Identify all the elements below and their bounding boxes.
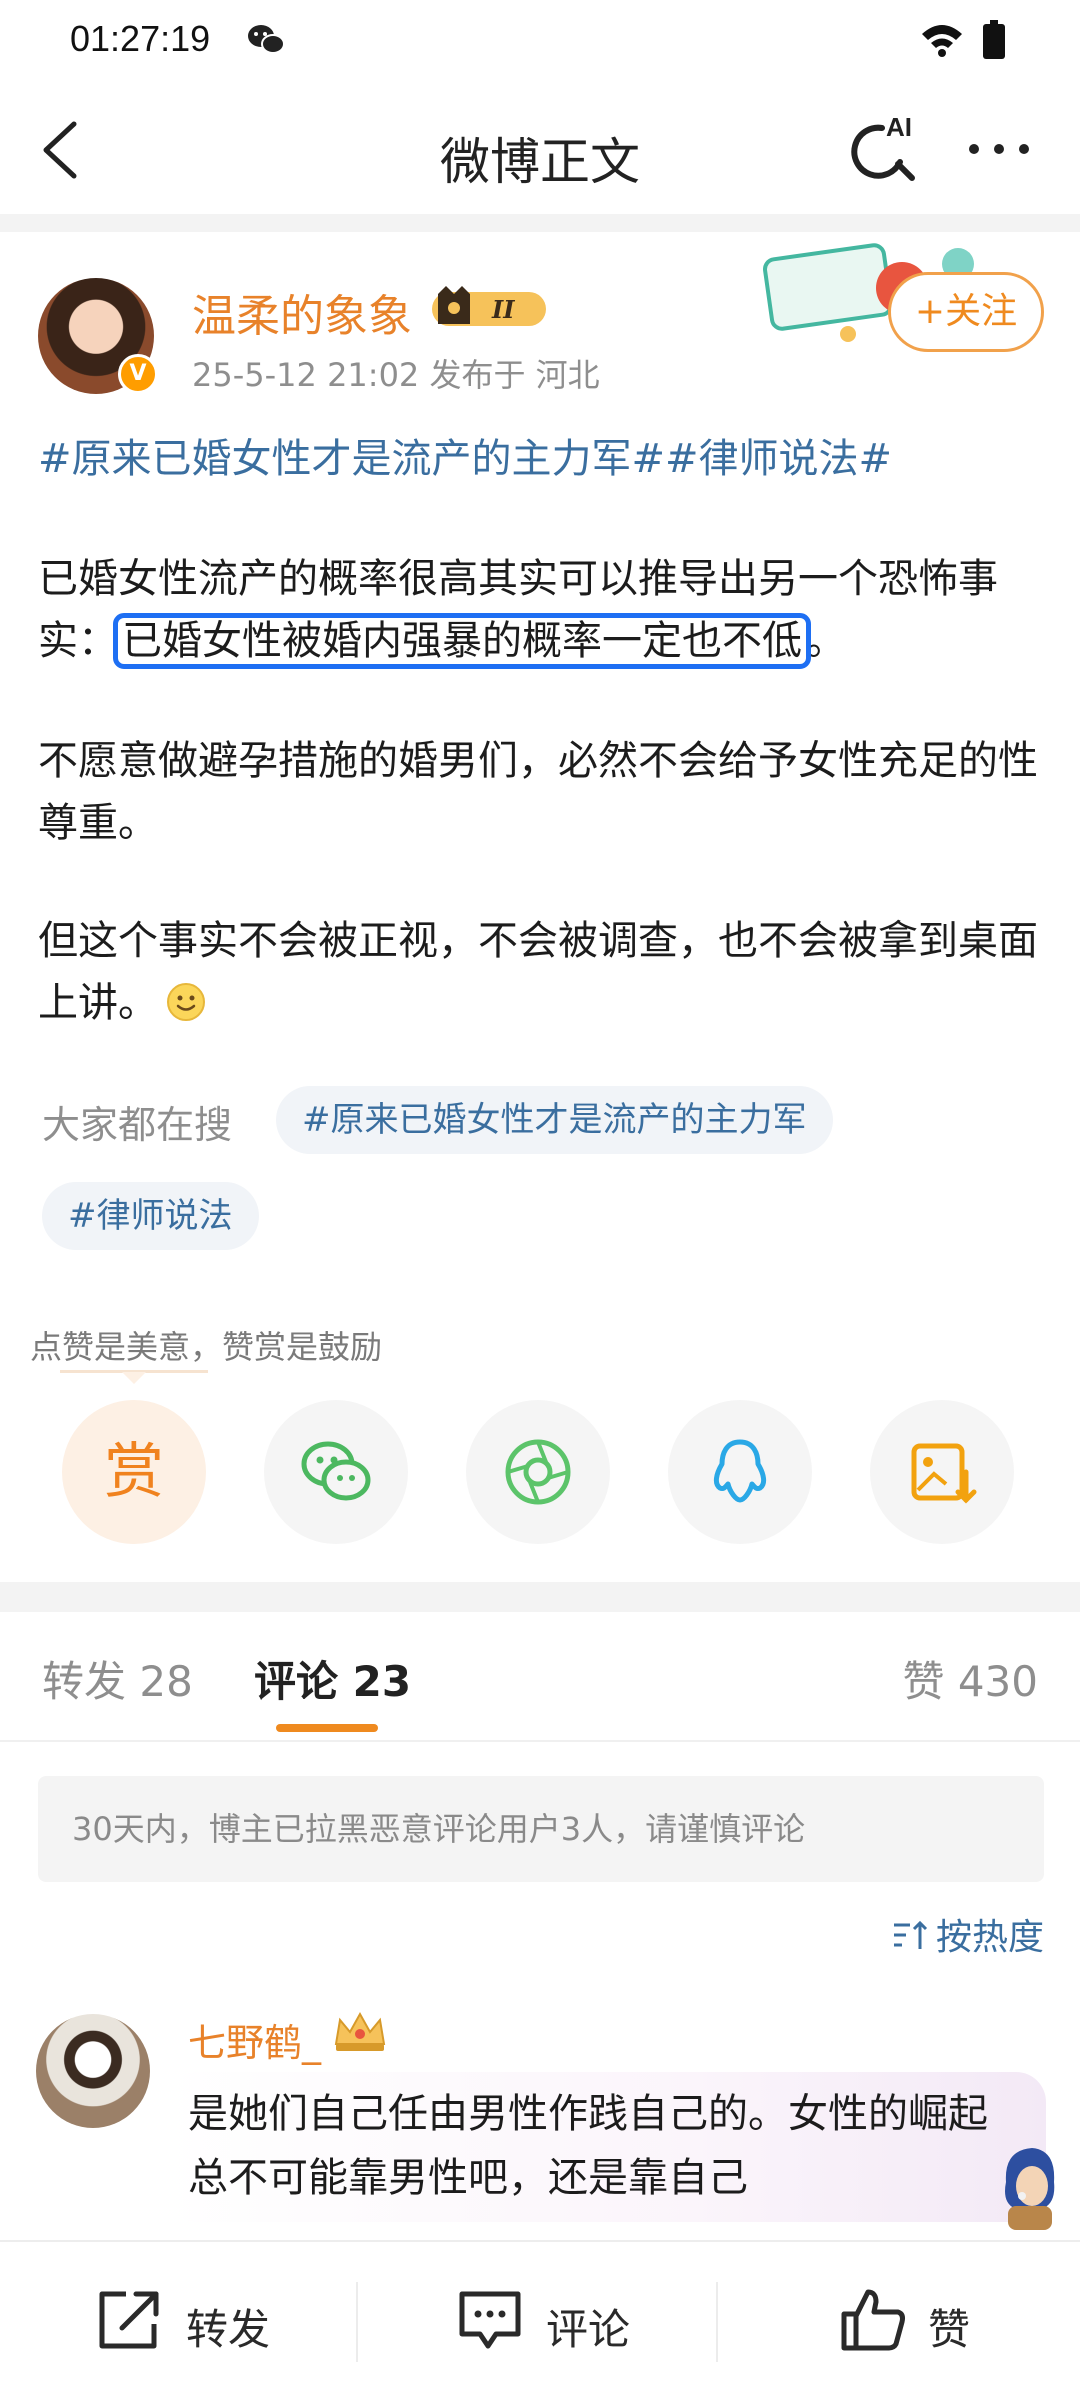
svg-text:AI: AI (886, 112, 912, 142)
vip-level-badge-icon: II (432, 286, 546, 326)
comment-icon (459, 2291, 521, 2349)
qq-icon (713, 1439, 767, 1503)
reward-hint: 点赞是美意，赞赏是鼓励 (30, 1328, 383, 1366)
battery-icon (983, 20, 1005, 59)
tab-divider (0, 1740, 1080, 1742)
share-qq-button[interactable] (668, 1400, 812, 1544)
comment-text: 是她们自己任由男性作践自己的。女性的崛起总不可能靠男性吧，还是靠自己 (188, 2091, 988, 2201)
follow-button[interactable]: +关注 (888, 272, 1044, 352)
post-paragraph-1: 已婚女性流产的概率很高其实可以推导出另一个恐怖事实： 已婚女性被婚内强暴的概率一定… (38, 548, 1048, 672)
post-timestamp-location: 25-5-12 21:02 发布于 河北 (192, 356, 600, 394)
sort-icon (893, 1920, 928, 1949)
trending-search-label: 大家都在搜 (42, 1103, 233, 1147)
bubble-decoration-icon (1005, 2148, 1055, 2230)
section-divider (0, 1582, 1080, 1612)
reward-glyph: 赏 (104, 1437, 164, 1507)
commenter-name[interactable]: 七野鹤_ (188, 2012, 321, 2067)
tab-reposts[interactable]: 转发 28 (42, 1648, 193, 1709)
moments-icon (505, 1439, 571, 1505)
active-tab-indicator (276, 1724, 378, 1732)
repost-button[interactable]: 转发 (96, 2242, 296, 2400)
save-image-button[interactable] (870, 1400, 1014, 1544)
wifi-icon (922, 25, 962, 57)
status-bar: 01:27:19 (0, 0, 1080, 84)
comment-button[interactable]: 评论 (456, 2242, 656, 2400)
share-moments-button[interactable] (466, 1400, 610, 1544)
comment-notice: 30天内，博主已拉黑恶意评论用户3人，请谨慎评论 (38, 1776, 1044, 1882)
reward-button[interactable]: 赏 (62, 1400, 206, 1544)
repost-icon (99, 2291, 159, 2349)
share-wechat-button[interactable] (264, 1400, 408, 1544)
save-image-icon (911, 1443, 977, 1504)
paragraph-1-end: 。 (806, 618, 846, 664)
crown-badge-icon (334, 2011, 386, 2051)
highlighted-sentence: 已婚女性被婚内强暴的概率一定也不低 (113, 613, 811, 669)
ai-search-icon[interactable]: AI (842, 106, 922, 186)
status-time: 01:27:19 (70, 18, 211, 59)
verified-badge-icon: V (118, 354, 158, 394)
post-paragraph-3: 但这个事实不会被正视，不会被调查，也不会被拿到桌面上讲。 (38, 910, 1048, 1034)
wechat-icon (301, 1441, 371, 1501)
reward-hint-caret (122, 1372, 146, 1384)
repost-label: 转发 (186, 2305, 271, 2354)
section-divider (0, 214, 1080, 232)
bottom-separator (356, 2282, 358, 2362)
wechat-notification-icon (248, 25, 285, 54)
bottom-separator (716, 2282, 718, 2362)
smile-emoji-icon (167, 983, 205, 1021)
commenter-avatar[interactable] (36, 2014, 150, 2128)
post-paragraph-2: 不愿意做避孕措施的婚男们，必然不会给予女性充足的性尊重。 (38, 738, 1038, 846)
more-options-icon[interactable] (964, 134, 1034, 164)
like-label: 赞 (928, 2305, 971, 2354)
svg-text:II: II (491, 295, 515, 324)
sort-by-hot-button[interactable]: 按热度 (892, 1908, 1044, 1960)
author-name[interactable]: 温柔的象象 (192, 280, 412, 344)
nav-bar: 微博正文 AI (0, 84, 1080, 214)
tab-likes[interactable]: 赞 430 (902, 1648, 1038, 1709)
thumbs-up-icon (841, 2289, 905, 2351)
post-hashtags[interactable]: #原来已婚女性才是流产的主力军##律师说法# (38, 426, 892, 484)
search-tag[interactable]: #原来已婚女性才是流产的主力军 (276, 1086, 833, 1154)
tab-comments[interactable]: 评论 23 (254, 1648, 411, 1709)
like-button[interactable]: 赞 (840, 2242, 1040, 2400)
comment-label: 评论 (546, 2305, 631, 2354)
bottom-action-bar: 转发 评论 赞 (0, 2240, 1080, 2400)
search-tag[interactable]: #律师说法 (42, 1182, 259, 1250)
sort-label: 按热度 (935, 1917, 1044, 1958)
